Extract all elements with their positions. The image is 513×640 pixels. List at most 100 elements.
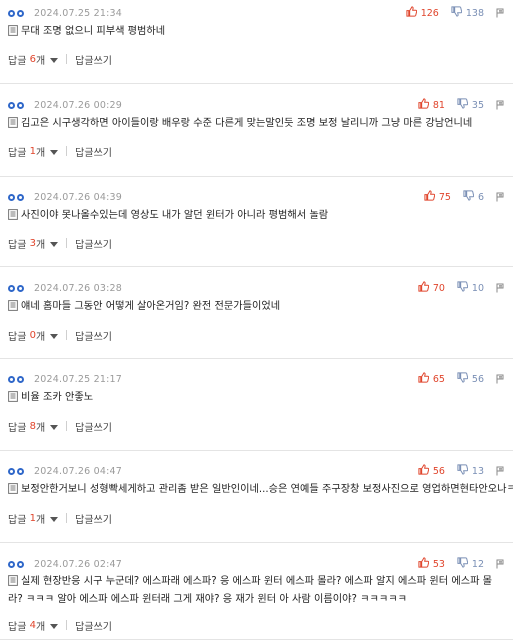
reply-suffix: 개 xyxy=(35,422,46,434)
write-reply-button[interactable]: 답글쓰기 xyxy=(75,511,112,526)
report-icon[interactable] xyxy=(496,466,505,476)
comment-body: 얘네 홈마들 그동안 어떻게 살아온거임? 완전 전문가들이었네 xyxy=(21,301,281,312)
reply-toggle-button[interactable]: 답글 8개 xyxy=(8,419,59,434)
comment-timestamp: 2024.07.26 03:28 xyxy=(34,282,122,294)
reply-bar: 답글 0개 답글쓰기 xyxy=(8,328,112,343)
reply-label: 답글 xyxy=(8,621,27,633)
divider xyxy=(66,421,68,431)
reply-toggle-button[interactable]: 답글 6개 xyxy=(8,52,59,67)
memo-icon xyxy=(8,209,18,226)
comment-body: 김고은 시구생각하면 아이들이랑 배우랑 수준 다른게 맞는말인듯 조명 보정 … xyxy=(21,118,473,129)
comment-text: 김고은 시구생각하면 아이들이랑 배우랑 수준 다른게 맞는말인듯 조명 보정 … xyxy=(8,116,505,134)
report-icon[interactable] xyxy=(496,192,505,202)
downvote-count: 10 xyxy=(471,282,484,294)
write-reply-button[interactable]: 답글쓰기 xyxy=(75,144,112,159)
reply-toggle-button[interactable]: 답글 1개 xyxy=(8,511,59,526)
report-icon[interactable] xyxy=(496,8,505,18)
memo-icon xyxy=(8,391,18,408)
downvote-button[interactable]: 10 xyxy=(457,281,484,295)
thumbs-up-icon xyxy=(418,557,433,571)
thumbs-down-icon xyxy=(451,6,466,20)
downvote-count: 138 xyxy=(465,7,484,19)
comment-body: 보정안한거보니 성형빡세게하고 관리좀 받은 일반인이네...승은 연예들 주구… xyxy=(21,484,513,495)
reply-label: 답글 xyxy=(8,331,27,343)
write-reply-button[interactable]: 답글쓰기 xyxy=(75,52,112,67)
comment-body: 사진이야 못나올수있는데 영상도 내가 알던 윈터가 아니라 평범해서 놀람 xyxy=(21,210,329,221)
upvote-button[interactable]: 75 xyxy=(424,190,451,204)
thumbs-up-icon xyxy=(424,190,439,204)
dots-icon xyxy=(8,9,24,17)
chevron-down-icon xyxy=(50,623,59,629)
reply-toggle-button[interactable]: 답글 0개 xyxy=(8,328,59,343)
write-reply-button[interactable]: 답글쓰기 xyxy=(75,236,112,251)
comment-text: 비율 조카 안좋노 xyxy=(8,390,505,408)
vote-area: 75 6 xyxy=(424,190,505,204)
upvote-count: 65 xyxy=(432,373,445,385)
thumbs-up-icon xyxy=(406,6,421,20)
upvote-button[interactable]: 126 xyxy=(406,6,439,20)
divider xyxy=(66,238,68,248)
downvote-button[interactable]: 56 xyxy=(457,372,484,386)
comment-body: 무대 조명 없으니 피부색 평범하네 xyxy=(21,26,166,37)
downvote-count: 13 xyxy=(471,465,484,477)
vote-area: 81 35 xyxy=(418,98,505,112)
reply-bar: 답글 4개 답글쓰기 xyxy=(8,618,112,633)
comment-item: 2024.07.25 21:17 65 56 비율 조카 안좋노 답글 8개 답… xyxy=(0,359,513,451)
comment-meta: 2024.07.26 04:47 xyxy=(8,464,122,478)
comment-text: 얘네 홈마들 그동안 어떻게 살아온거임? 완전 전문가들이었네 xyxy=(8,299,505,317)
comment-meta: 2024.07.26 04:39 xyxy=(8,190,122,204)
comment-text: 무대 조명 없으니 피부색 평범하네 xyxy=(8,24,505,42)
dots-icon xyxy=(8,101,24,109)
downvote-button[interactable]: 12 xyxy=(457,557,484,571)
thumbs-down-icon xyxy=(457,372,472,386)
upvote-count: 70 xyxy=(432,282,445,294)
comment-timestamp: 2024.07.26 02:47 xyxy=(34,558,122,570)
vote-area: 56 13 xyxy=(418,464,505,478)
reply-toggle-button[interactable]: 답글 3개 xyxy=(8,236,59,251)
reply-bar: 답글 8개 답글쓰기 xyxy=(8,419,112,434)
thumbs-up-icon xyxy=(418,372,433,386)
downvote-count: 12 xyxy=(471,558,484,570)
report-icon[interactable] xyxy=(496,283,505,293)
comment-body: 실제 현장반응 시구 누군데? 에스파래 에스파? 응 에스파 윈터 에스파 몰… xyxy=(8,576,493,605)
thumbs-up-icon xyxy=(418,464,433,478)
downvote-button[interactable]: 6 xyxy=(463,190,484,204)
upvote-count: 53 xyxy=(432,558,445,570)
comment-meta: 2024.07.25 21:34 xyxy=(8,6,122,20)
vote-area: 65 56 xyxy=(418,372,505,386)
upvote-button[interactable]: 81 xyxy=(418,98,445,112)
upvote-button[interactable]: 70 xyxy=(418,281,445,295)
write-reply-button[interactable]: 답글쓰기 xyxy=(75,328,112,343)
chevron-down-icon xyxy=(50,333,59,339)
thumbs-down-icon xyxy=(457,98,472,112)
memo-icon xyxy=(8,300,18,317)
write-reply-button[interactable]: 답글쓰기 xyxy=(75,618,112,633)
comment-timestamp: 2024.07.25 21:17 xyxy=(34,373,122,385)
reply-label: 답글 xyxy=(8,147,27,159)
thumbs-down-icon xyxy=(457,464,472,478)
thumbs-down-icon xyxy=(457,281,472,295)
comment-meta: 2024.07.26 03:28 xyxy=(8,281,122,295)
comment-meta: 2024.07.25 21:17 xyxy=(8,372,122,386)
reply-toggle-button[interactable]: 답글 1개 xyxy=(8,144,59,159)
report-icon[interactable] xyxy=(496,559,505,569)
comment-timestamp: 2024.07.25 21:34 xyxy=(34,7,122,19)
upvote-button[interactable]: 53 xyxy=(418,557,445,571)
upvote-button[interactable]: 56 xyxy=(418,464,445,478)
report-icon[interactable] xyxy=(496,374,505,384)
report-icon[interactable] xyxy=(496,100,505,110)
reply-toggle-button[interactable]: 답글 4개 xyxy=(8,618,59,633)
write-reply-button[interactable]: 답글쓰기 xyxy=(75,419,112,434)
reply-label: 답글 xyxy=(8,239,27,251)
downvote-button[interactable]: 35 xyxy=(457,98,484,112)
upvote-button[interactable]: 65 xyxy=(418,372,445,386)
downvote-button[interactable]: 138 xyxy=(451,6,484,20)
divider xyxy=(66,54,68,64)
downvote-button[interactable]: 13 xyxy=(457,464,484,478)
comment-meta: 2024.07.26 02:47 xyxy=(8,557,122,571)
comment-item: 2024.07.26 02:47 53 12 실제 현장반응 시구 누군데? 에… xyxy=(0,543,513,640)
memo-icon xyxy=(8,575,18,592)
memo-icon xyxy=(8,25,18,42)
upvote-count: 75 xyxy=(438,191,451,203)
reply-label: 답글 xyxy=(8,514,27,526)
